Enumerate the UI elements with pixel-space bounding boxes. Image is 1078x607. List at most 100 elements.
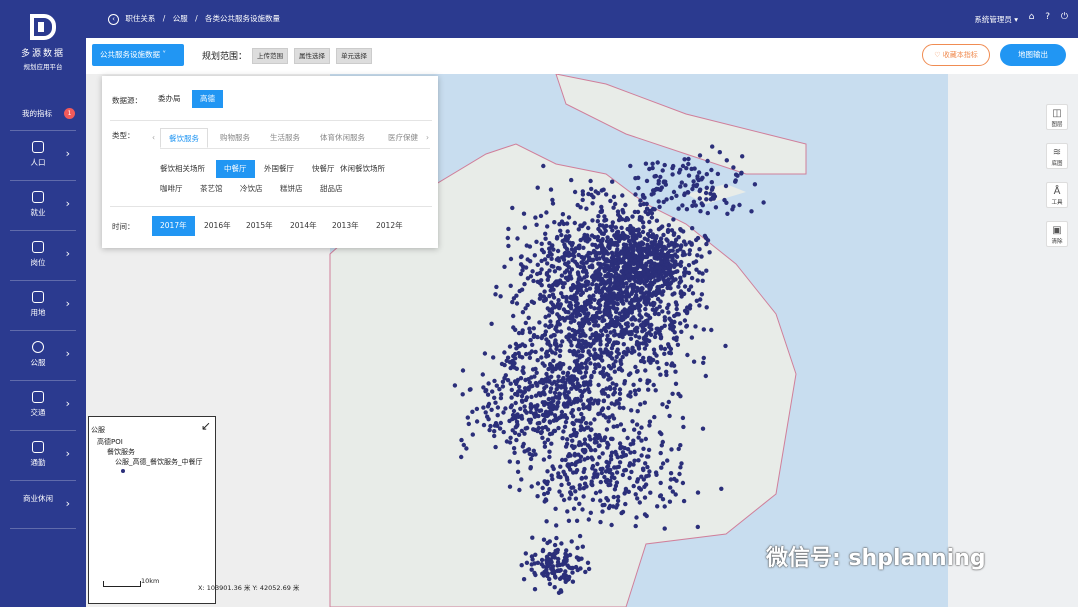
sidebar-item-population[interactable]: 人口 ›: [10, 130, 76, 178]
subtype-option-selected[interactable]: 中餐厅: [216, 160, 255, 178]
help-icon[interactable]: ?: [1045, 12, 1050, 22]
poi-point: [517, 384, 522, 390]
tab-type[interactable]: 购物服务: [220, 128, 250, 148]
poi-point: [605, 468, 611, 473]
attribute-select-button[interactable]: 属性选择: [294, 48, 330, 64]
collapse-arrow-icon[interactable]: ↙: [201, 419, 211, 433]
poi-point: [514, 437, 519, 443]
subtype-option[interactable]: 冷饮店: [240, 180, 263, 198]
poi-point: [674, 193, 679, 198]
tool-tools[interactable]: Å 工具: [1046, 182, 1068, 208]
tool-basemap[interactable]: ≋ 底图: [1046, 143, 1068, 169]
chevron-left-icon[interactable]: ‹: [152, 128, 155, 148]
poi-point: [643, 275, 648, 280]
poi-point: [633, 523, 638, 529]
user-menu[interactable]: 系统管理员 ▾: [974, 14, 1018, 25]
poi-point: [538, 295, 543, 301]
upload-range-button[interactable]: 上传范围: [252, 48, 288, 64]
subtype-option[interactable]: 餐饮相关场所: [160, 160, 205, 178]
poi-point: [497, 387, 502, 392]
unit-select-button[interactable]: 单元选择: [336, 48, 372, 64]
poi-point: [598, 339, 603, 344]
subtype-option[interactable]: 快餐厅: [312, 160, 335, 178]
sidebar-item-transport[interactable]: 交通 ›: [10, 380, 76, 428]
subtype-option[interactable]: 休闲餐饮场所: [340, 160, 385, 178]
sidebar-item-commerce[interactable]: 商业休闲 ›: [10, 480, 76, 528]
poi-point: [531, 278, 536, 284]
poi-point: [634, 422, 640, 427]
poi-point: [598, 209, 603, 214]
poi-point: [649, 267, 654, 272]
year-option[interactable]: 2012年: [376, 217, 403, 235]
poi-point: [563, 569, 568, 574]
collect-button[interactable]: ♡ 收藏本指标: [922, 44, 990, 66]
sidebar-item-employment[interactable]: 就业 ›: [10, 180, 76, 228]
poi-point: [507, 344, 513, 349]
poi-point: [599, 407, 605, 413]
source-option[interactable]: 委办局: [158, 90, 181, 108]
dataset-dropdown[interactable]: 公共服务设施数据 ˅: [92, 44, 184, 66]
breadcrumb-item[interactable]: 职住关系: [125, 14, 155, 23]
tab-type-selected[interactable]: 餐饮服务: [160, 128, 208, 148]
poi-point: [615, 498, 621, 503]
poi-point: [644, 178, 650, 184]
breadcrumb-item[interactable]: 公服: [173, 14, 188, 23]
year-option[interactable]: 2014年: [290, 217, 317, 235]
source-option-selected[interactable]: 高德: [192, 90, 223, 108]
subtype-option[interactable]: 外国餐厅: [264, 160, 294, 178]
poi-point: [649, 292, 654, 298]
poi-point: [612, 369, 617, 374]
tab-type[interactable]: 体育休闲服务: [320, 128, 365, 148]
subtype-option[interactable]: 咖啡厅: [160, 180, 183, 198]
tool-layers[interactable]: ◫ 图层: [1046, 104, 1068, 130]
export-map-button[interactable]: 地图输出: [1000, 44, 1066, 66]
sidebar-item-jobs[interactable]: 岗位 ›: [10, 230, 76, 278]
sidebar-item-landuse[interactable]: 用地 ›: [10, 280, 76, 328]
poi-point: [558, 588, 563, 593]
subtype-option[interactable]: 茶艺馆: [200, 180, 223, 198]
poi-point: [550, 396, 555, 401]
poi-point: [611, 306, 617, 311]
poi-point: [510, 299, 515, 305]
subtype-option[interactable]: 糕饼店: [280, 180, 303, 198]
sidebar-item-public-service[interactable]: 公服 ›: [10, 330, 76, 378]
poi-point: [546, 341, 551, 346]
poi-point: [555, 404, 560, 409]
sidebar-item-commute[interactable]: 通勤 ›: [10, 430, 76, 478]
year-option[interactable]: 2016年: [204, 217, 231, 235]
poi-point: [609, 263, 614, 268]
poi-point: [704, 268, 709, 273]
poi-point: [555, 248, 561, 254]
poi-point: [682, 318, 688, 323]
poi-point: [588, 251, 593, 256]
poi-point: [617, 333, 622, 339]
poi-point: [620, 354, 625, 360]
poi-point: [637, 271, 642, 276]
poi-point: [684, 207, 690, 212]
poi-point: [664, 404, 670, 410]
poi-point: [500, 384, 506, 389]
poi-point: [600, 223, 605, 228]
poi-point: [610, 228, 615, 233]
tool-clear[interactable]: ▣ 清除: [1046, 221, 1068, 247]
year-option[interactable]: 2015年: [246, 217, 273, 235]
power-icon[interactable]: ⏻: [1061, 12, 1068, 22]
tab-type[interactable]: 医疗保健: [388, 128, 418, 148]
home-icon[interactable]: ⌂: [1029, 12, 1035, 22]
back-icon[interactable]: ‹: [108, 14, 119, 25]
poi-point: [708, 191, 713, 196]
poi-point: [569, 343, 574, 348]
poi-point: [559, 219, 565, 224]
year-option[interactable]: 2013年: [332, 217, 359, 235]
tab-type[interactable]: 生活服务: [270, 128, 300, 148]
year-option-selected[interactable]: 2017年: [152, 216, 195, 236]
my-index-link[interactable]: 我的指标 1: [0, 104, 86, 124]
subtype-option[interactable]: 甜品店: [320, 180, 343, 198]
poi-point: [639, 215, 644, 220]
poi-point: [582, 466, 587, 472]
poi-point: [543, 413, 548, 418]
poi-point: [548, 319, 553, 324]
poi-point: [684, 166, 689, 171]
chevron-right-icon[interactable]: ›: [426, 128, 429, 148]
poi-point: [603, 273, 608, 279]
